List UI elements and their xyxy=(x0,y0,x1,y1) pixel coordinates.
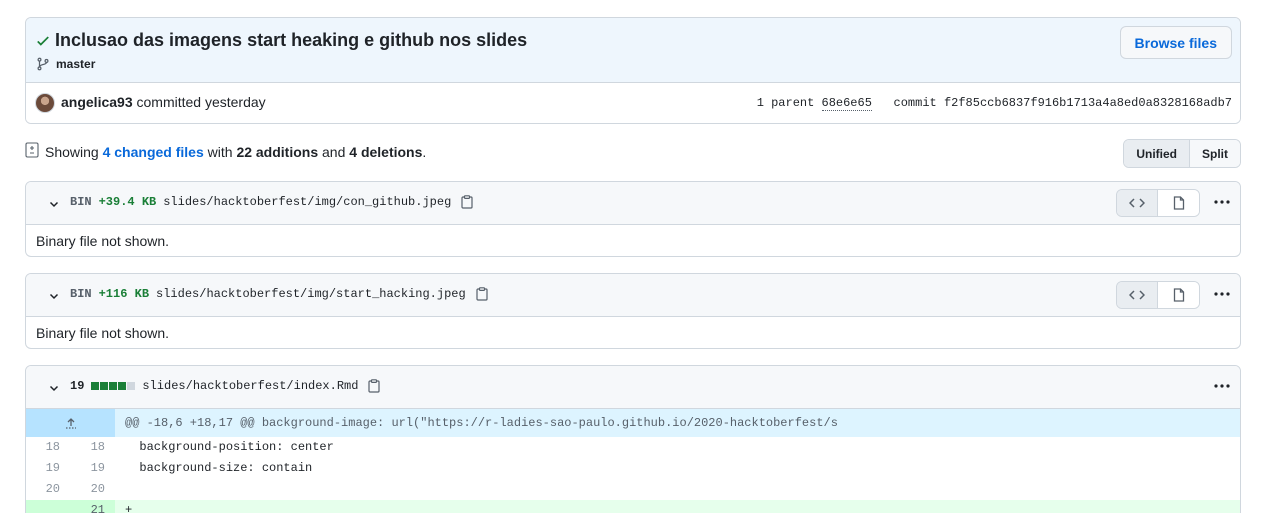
file-view-toggle xyxy=(1116,189,1200,217)
kebab-icon[interactable] xyxy=(1214,286,1230,302)
additions-count: 22 additions xyxy=(236,144,319,160)
old-line-number xyxy=(26,500,70,513)
code-line: background-position: center xyxy=(125,440,334,454)
parent-label: 1 parent xyxy=(756,96,815,110)
summary-period: . xyxy=(422,144,427,160)
diff-line: 18 18 background-position: center xyxy=(26,437,1240,458)
summary-text: Showing 4 changed files with 22 addition… xyxy=(45,144,426,160)
diffstat-neutral xyxy=(127,382,136,390)
diffstat-bar xyxy=(91,382,136,390)
chevron-down-icon[interactable] xyxy=(48,289,60,301)
clipboard-icon[interactable] xyxy=(461,195,473,209)
parent-sha-link[interactable]: 68e6e65 xyxy=(821,96,872,111)
code-line: background-size: contain xyxy=(125,461,313,475)
branch-icon xyxy=(36,57,50,71)
split-view-button[interactable]: Split xyxy=(1190,140,1240,167)
diffstat-add xyxy=(118,382,127,390)
code-icon[interactable] xyxy=(1117,190,1158,216)
chevron-down-icon[interactable] xyxy=(48,197,60,209)
author-line: angelica93 committed yesterday xyxy=(61,94,266,110)
new-line-number[interactable]: 19 xyxy=(70,458,115,479)
file-path[interactable]: slides/hacktoberfest/index.Rmd xyxy=(142,379,358,393)
file-path[interactable]: slides/hacktoberfest/img/start_hacking.j… xyxy=(156,287,466,301)
deletions-count: 4 deletions xyxy=(349,144,423,160)
file-diff-con-github: BIN +39.4 KB slides/hacktoberfest/img/co… xyxy=(25,181,1241,257)
summary-and: and xyxy=(322,144,346,160)
diff-line: 20 20 xyxy=(26,479,1240,500)
kebab-icon[interactable] xyxy=(1214,194,1230,210)
check-icon xyxy=(36,34,50,48)
commit-sha: f2f85ccb6837f916b1713a4a8ed0a8328168adb7 xyxy=(943,96,1232,110)
diff-summary: Showing 4 changed files with 22 addition… xyxy=(25,139,1241,168)
commit-action: committed yesterday xyxy=(136,94,266,110)
file-header-text: BIN +39.4 KB slides/hacktoberfest/img/co… xyxy=(70,195,473,209)
file-size-delta: +39.4 KB xyxy=(98,195,157,209)
file-header-text: BIN +116 KB slides/hacktoberfest/img/sta… xyxy=(70,287,488,301)
file-header: BIN +116 KB slides/hacktoberfest/img/sta… xyxy=(26,274,1240,317)
commit-title-bar: Inclusao das imagens start heaking e git… xyxy=(26,18,1240,83)
browse-files-button[interactable]: Browse files xyxy=(1119,26,1232,59)
old-line-number[interactable]: 19 xyxy=(26,458,70,479)
new-line-number[interactable]: 21 xyxy=(70,500,115,513)
commit-meta: 1 parent 68e6e65 commit f2f85ccb6837f916… xyxy=(757,96,1232,111)
diffstat-add xyxy=(109,382,118,390)
change-count: 19 xyxy=(70,379,85,393)
commit-label: commit xyxy=(893,96,937,110)
clipboard-icon[interactable] xyxy=(368,379,381,393)
binary-note: Binary file not shown. xyxy=(36,232,170,249)
file-diff-icon xyxy=(25,142,39,158)
diff-view-toggle: Unified Split xyxy=(1123,139,1241,168)
unified-view-button[interactable]: Unified xyxy=(1124,140,1190,167)
binary-badge: BIN xyxy=(70,195,92,209)
summary-prefix: Showing xyxy=(45,144,99,160)
new-line-number[interactable]: 18 xyxy=(70,437,115,458)
binary-badge: BIN xyxy=(70,287,92,301)
code-line: + xyxy=(125,503,133,513)
chevron-down-icon[interactable] xyxy=(48,381,60,393)
summary-with: with xyxy=(207,144,233,160)
code-icon[interactable] xyxy=(1117,282,1158,308)
file-view-toggle xyxy=(1116,281,1200,309)
avatar[interactable] xyxy=(35,93,55,113)
file-path[interactable]: slides/hacktoberfest/img/con_github.jpeg xyxy=(163,195,451,209)
clipboard-icon[interactable] xyxy=(476,287,488,301)
commit-title-row: Inclusao das imagens start heaking e git… xyxy=(36,30,527,51)
hunk-header: @@ -18,6 +18,17 @@ background-image: url… xyxy=(26,409,1240,437)
binary-note: Binary file not shown. xyxy=(36,324,170,341)
diffstat-add xyxy=(91,382,100,390)
file-size-delta: +116 KB xyxy=(98,287,150,301)
file-header: 19 slides/hacktoberfest/index.Rmd xyxy=(26,366,1240,409)
author-name[interactable]: angelica93 xyxy=(61,94,133,110)
commit-author-bar: angelica93 committed yesterday 1 parent … xyxy=(26,83,1240,123)
new-line-number[interactable]: 20 xyxy=(70,479,115,500)
file-diff-start-hacking: BIN +116 KB slides/hacktoberfest/img/sta… xyxy=(25,273,1241,349)
changed-files-link[interactable]: 4 changed files xyxy=(103,144,204,160)
file-icon[interactable] xyxy=(1158,190,1199,216)
branch-row[interactable]: master xyxy=(36,57,95,71)
commit-header: Inclusao das imagens start heaking e git… xyxy=(25,17,1241,124)
commit-title: Inclusao das imagens start heaking e git… xyxy=(55,30,528,50)
old-line-number[interactable]: 18 xyxy=(26,437,70,458)
hunk-text: @@ -18,6 +18,17 @@ background-image: url… xyxy=(125,416,838,430)
file-header-text: 19 slides/hacktoberfest/index.Rmd xyxy=(70,379,381,393)
file-diff-index-rmd: 19 slides/hacktoberfest/index.Rmd @@ -18… xyxy=(25,365,1241,513)
file-icon[interactable] xyxy=(1158,282,1199,308)
expand-up-icon[interactable] xyxy=(26,409,115,437)
file-header: BIN +39.4 KB slides/hacktoberfest/img/co… xyxy=(26,182,1240,225)
old-line-number[interactable]: 20 xyxy=(26,479,70,500)
diffstat-add xyxy=(100,382,109,390)
diff-line-added: 21 + xyxy=(26,500,1240,513)
branch-name[interactable]: master xyxy=(56,57,95,71)
diff-line: 19 19 background-size: contain xyxy=(26,458,1240,479)
kebab-icon[interactable] xyxy=(1214,378,1230,394)
